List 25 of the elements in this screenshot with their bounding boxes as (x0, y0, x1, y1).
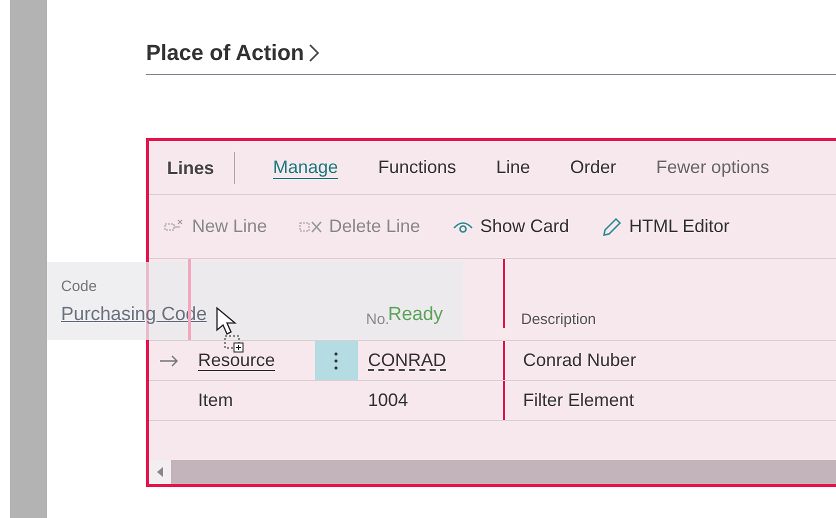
type-cell-text: Item (197, 390, 234, 411)
more-options-icon[interactable] (334, 352, 338, 370)
menu-tab[interactable]: Manage (273, 157, 338, 178)
fewer-options-button[interactable]: Fewer options (656, 157, 770, 178)
description-cell-text: Filter Element (522, 390, 634, 411)
arrow-right-icon (159, 354, 179, 366)
action-button[interactable]: HTML Editor (601, 216, 730, 238)
description-cell-text: Conrad Nuber (522, 350, 636, 371)
number-cell-text: 1004 (367, 390, 408, 411)
number-cell-text: CONRAD (367, 350, 446, 371)
pencil-icon (601, 216, 624, 238)
column-header: Description (520, 311, 596, 328)
menu-tab[interactable]: Order (570, 157, 616, 178)
status-text: Ready (388, 304, 443, 326)
page-title: Place of Action (146, 40, 304, 66)
horizontal-scrollbar[interactable] (149, 460, 836, 484)
column-header: No. (365, 311, 390, 328)
action-button[interactable]: Show Card (452, 216, 570, 237)
type-cell[interactable]: Resource (188, 350, 276, 371)
chevron-right-icon[interactable] (308, 43, 320, 63)
panel-title: Lines (167, 152, 236, 184)
menu-tab[interactable]: Line (496, 157, 530, 178)
field-label: Code (61, 278, 98, 295)
menu-tab[interactable]: Functions (378, 157, 456, 178)
scroll-left-icon[interactable] (157, 467, 163, 477)
